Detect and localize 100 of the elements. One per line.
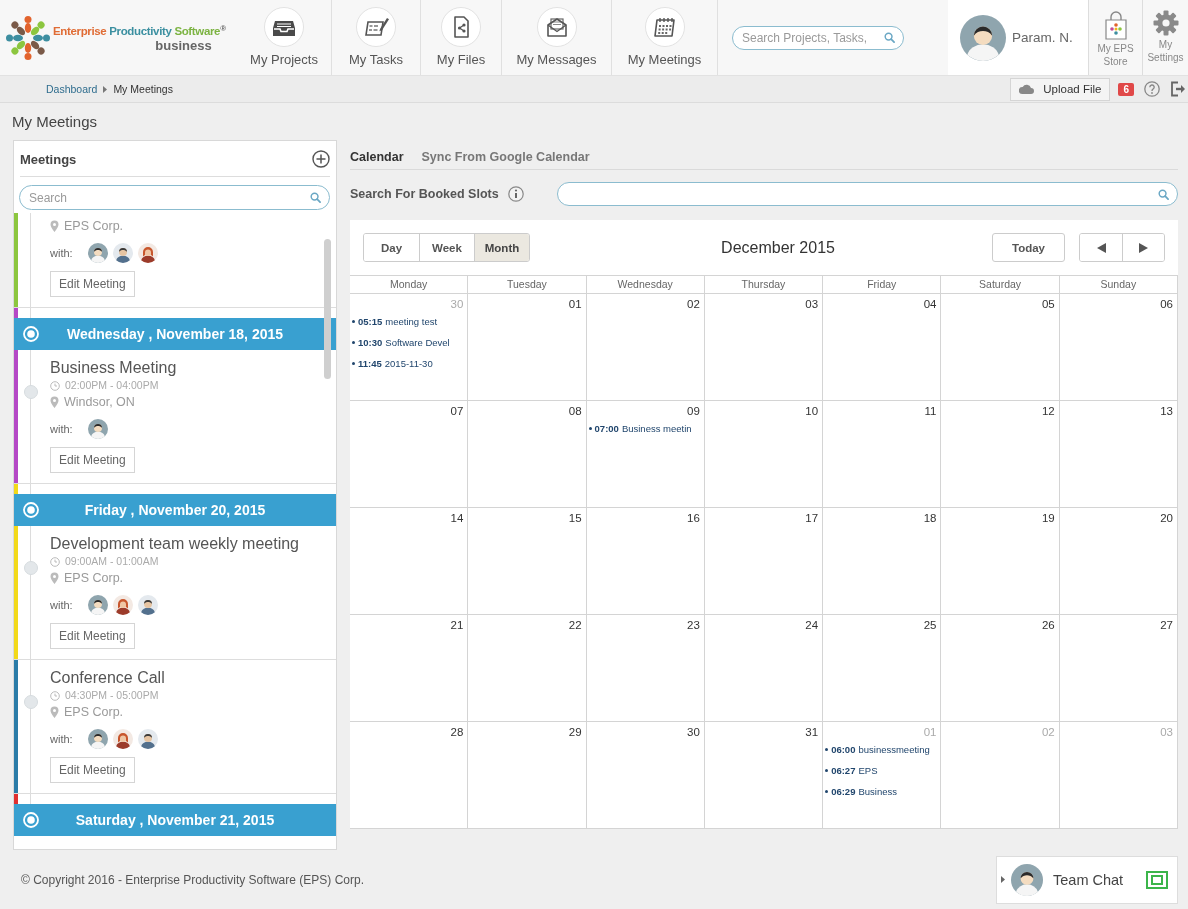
day-cell[interactable]: 09 07:00 Business meetin [586, 401, 705, 508]
day-cell[interactable]: 26 [941, 615, 1060, 722]
day-number: 22 [568, 618, 582, 632]
day-cell[interactable]: 27 [1059, 615, 1178, 722]
meeting-search-field[interactable]: Search [19, 185, 330, 210]
day-cell[interactable]: 25 [823, 615, 942, 722]
add-icon[interactable] [312, 150, 330, 168]
day-cell[interactable]: 16 [586, 508, 705, 615]
timeline-dot-icon [24, 561, 38, 575]
nav-item[interactable]: My Meetings [612, 0, 718, 75]
day-cell[interactable]: 23 [586, 615, 705, 722]
day-cell[interactable]: 07 [350, 401, 469, 508]
day-cell[interactable]: 18 [823, 508, 942, 615]
edit-meeting-button[interactable]: Edit Meeting [50, 757, 135, 783]
day-cell[interactable]: 02 [586, 294, 705, 401]
date-label: Wednesday , November 18, 2015 [65, 326, 285, 342]
edit-meeting-button[interactable]: Edit Meeting [50, 447, 135, 473]
search-icon [1158, 188, 1169, 200]
calendar-event[interactable]: 11:45 2015-11-30 [352, 353, 464, 374]
next-button[interactable] [1122, 234, 1164, 261]
day-cell[interactable]: 30 [586, 722, 705, 829]
day-cell[interactable]: 01 [468, 294, 587, 401]
bullet-icon [825, 769, 829, 772]
avatar-icon [112, 729, 133, 749]
location-pin-icon [50, 220, 59, 232]
settings-link[interactable]: My Settings [1142, 0, 1188, 75]
calendar-event[interactable]: 06:29 Business [825, 781, 937, 802]
logout-icon[interactable] [1170, 81, 1186, 97]
day-cell[interactable]: 30 05:15 meeting test 10:30 Software Devel 11:45 2015-11-30 [350, 294, 469, 401]
day-number: 15 [568, 511, 582, 525]
nav-item[interactable]: My Tasks [332, 0, 421, 75]
calendar-title: December 2015 [721, 238, 835, 257]
calendar-event[interactable]: 05:15 meeting test [352, 311, 464, 332]
day-cell[interactable]: 08 [468, 401, 587, 508]
user-menu-button[interactable]: Param. N. [948, 0, 1088, 75]
nav-item[interactable]: My Projects [237, 0, 332, 75]
day-cell[interactable]: 17 [704, 508, 824, 615]
copyright-text: © Copyright 2016 - Enterprise Productivity Software (EPS) Corp. [21, 872, 364, 887]
day-number: 19 [1041, 511, 1055, 525]
day-cell[interactable]: 14 [350, 508, 469, 615]
bullet-icon [588, 427, 592, 430]
help-icon[interactable] [1144, 81, 1160, 97]
page-title: My Meetings [12, 112, 99, 132]
day-number: 30 [450, 297, 464, 311]
edit-meeting-button[interactable]: Edit Meeting [50, 623, 135, 649]
day-cell[interactable]: 04 [823, 294, 942, 401]
day-cell[interactable]: 22 [468, 615, 587, 722]
day-cell[interactable]: 24 [704, 615, 824, 722]
day-number: 12 [1041, 404, 1055, 418]
attendees-label: with: [50, 247, 73, 259]
day-cell[interactable]: 01 06:00 businessmeeting 06:27 EPS 06:29 Business [823, 722, 942, 829]
meeting-title: Development team weekly meeting [50, 534, 300, 554]
day-cell[interactable]: 11 [823, 401, 942, 508]
day-cell[interactable]: 13 [1059, 401, 1178, 508]
upload-file-button[interactable]: Upload File [1010, 77, 1111, 101]
day-cell[interactable]: 28 [350, 722, 469, 829]
meeting-title: Conference Call [50, 668, 166, 688]
avatar-icon [137, 729, 158, 749]
day-cell[interactable]: 10 [704, 401, 824, 508]
view-tab[interactable]: Month [474, 234, 529, 261]
meeting-location: EPS Corp. [64, 570, 124, 587]
location-pin-icon [50, 396, 59, 408]
day-cell[interactable]: 03 [704, 294, 824, 401]
day-number: 25 [923, 618, 937, 632]
info-icon[interactable] [507, 186, 524, 202]
slot-search-field[interactable] [557, 182, 1178, 206]
notification-badge[interactable]: 6 [1118, 82, 1134, 96]
today-button[interactable]: Today [992, 233, 1065, 262]
nav-item[interactable]: My Messages [502, 0, 612, 75]
tab[interactable]: Calendar [350, 149, 404, 164]
day-cell[interactable]: 05 [941, 294, 1060, 401]
calendar-event[interactable]: 06:00 businessmeeting [825, 739, 937, 760]
calendar-event[interactable]: 10:30 Software Devel [352, 332, 464, 353]
day-cell[interactable]: 19 [941, 508, 1060, 615]
day-cell[interactable]: 21 [350, 615, 469, 722]
weekday-header: Friday [823, 276, 942, 294]
scrollbar-thumb[interactable] [324, 239, 331, 379]
inbox-tray-icon [264, 7, 304, 47]
team-chat-button[interactable]: Team Chat [996, 855, 1178, 904]
edit-meeting-button[interactable]: Edit Meeting [50, 271, 135, 297]
calendar-event[interactable]: 07:00 Business meetin [588, 418, 700, 439]
nav-item[interactable]: My Files [421, 0, 502, 75]
day-cell[interactable]: 15 [468, 508, 587, 615]
day-cell[interactable]: 06 [1059, 294, 1178, 401]
day-cell[interactable]: 20 [1059, 508, 1178, 615]
day-number: 16 [687, 511, 700, 525]
meeting-location: EPS Corp. [64, 218, 124, 235]
day-cell[interactable]: 29 [468, 722, 587, 829]
store-link[interactable]: My EPS Store [1088, 0, 1142, 75]
timeline-ring-icon [23, 812, 39, 828]
breadcrumb-link[interactable]: Dashboard [46, 83, 98, 95]
avatar-icon [87, 595, 108, 615]
global-search-field[interactable]: Search Projects, Tasks, [732, 25, 904, 50]
day-cell[interactable]: 12 [941, 401, 1060, 508]
calendar-event[interactable]: 06:27 EPS [825, 760, 937, 781]
day-number: 14 [450, 511, 464, 525]
day-number: 04 [923, 297, 937, 311]
tab[interactable]: Sync From Google Calendar [421, 149, 590, 164]
expand-icon [1146, 870, 1168, 889]
day-cell[interactable]: 31 [704, 722, 824, 829]
